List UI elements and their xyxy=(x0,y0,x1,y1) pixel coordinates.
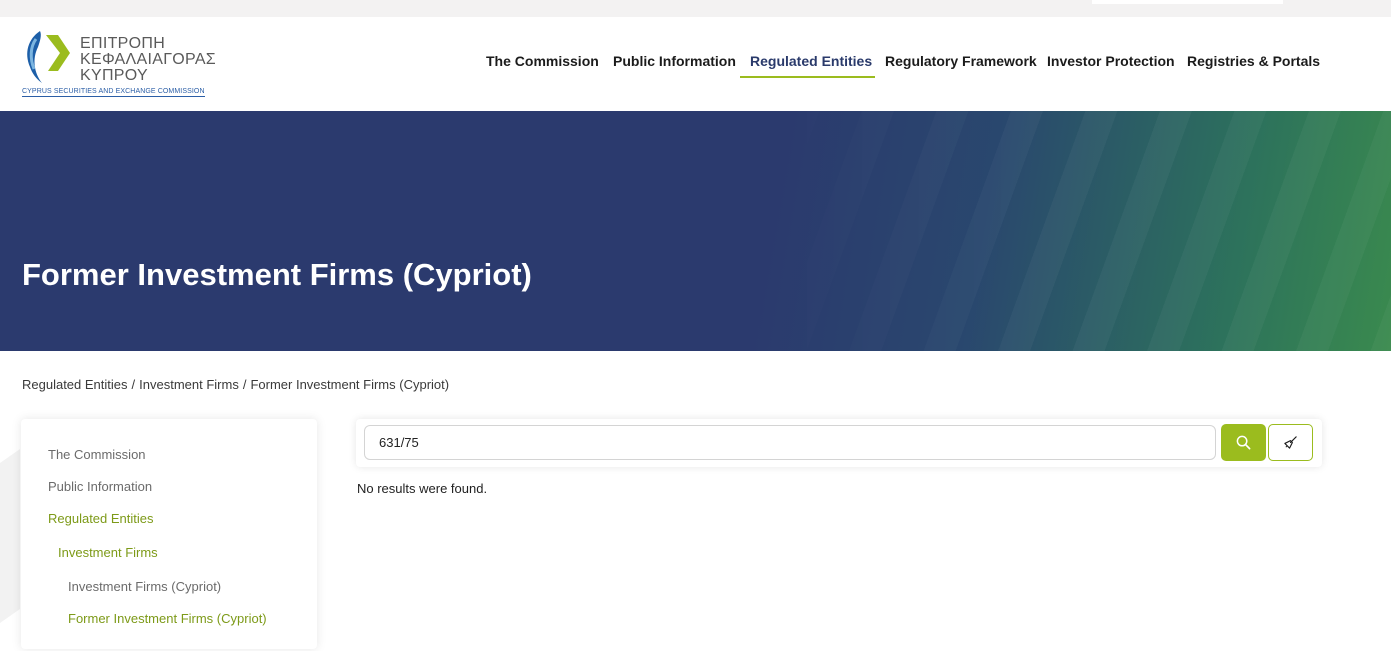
breadcrumb-separator: / xyxy=(242,377,247,392)
nav-item-regulated-entities[interactable]: Regulated Entities xyxy=(750,53,872,77)
sidebar-item-former-investment-firms-cypriot[interactable]: Former Investment Firms (Cypriot) xyxy=(68,611,267,626)
broom-icon xyxy=(1284,436,1297,449)
no-results-message: No results were found. xyxy=(357,481,488,496)
search-button[interactable] xyxy=(1221,424,1266,461)
sidebar-item-regulated-entities[interactable]: Regulated Entities xyxy=(48,511,154,526)
search-input[interactable] xyxy=(364,425,1216,460)
hero-stripes xyxy=(0,111,1391,351)
sidebar-nav: The Commission Public Information Regula… xyxy=(21,419,317,649)
sidebar-item-investment-firms-cypriot[interactable]: Investment Firms (Cypriot) xyxy=(68,579,221,594)
utility-box xyxy=(1092,0,1283,4)
nav-item-investor-protection[interactable]: Investor Protection xyxy=(1047,53,1175,77)
breadcrumb-item[interactable]: Investment Firms xyxy=(139,377,239,392)
top-utility-strip xyxy=(0,0,1391,17)
nav-item-regulatory-framework[interactable]: Regulatory Framework xyxy=(885,53,1037,77)
sidebar-item-the-commission[interactable]: The Commission xyxy=(48,447,146,462)
search-icon xyxy=(1236,435,1251,450)
breadcrumb-item[interactable]: Regulated Entities xyxy=(22,377,128,392)
nav-item-public-information[interactable]: Public Information xyxy=(613,53,736,77)
hero-banner: Former Investment Firms (Cypriot) xyxy=(0,111,1391,351)
logo-line-2: ΚΕΦΑΛΑΙΑΓΟΡΑΣ xyxy=(80,51,217,68)
sidebar-item-public-information[interactable]: Public Information xyxy=(48,479,152,494)
search-card xyxy=(356,419,1322,467)
breadcrumb-current: Former Investment Firms (Cypriot) xyxy=(250,377,450,392)
sidebar-item-investment-firms[interactable]: Investment Firms xyxy=(58,545,158,560)
logo-emblem-icon xyxy=(27,31,70,83)
nav-active-underline xyxy=(740,76,875,78)
breadcrumb: Regulated Entities / Investment Firms / Form… xyxy=(22,377,449,392)
breadcrumb-separator: / xyxy=(131,377,136,392)
decorative-background-shape xyxy=(0,448,20,651)
logo-subtitle: CYPRUS SECURITIES AND EXCHANGE COMMISSIO… xyxy=(22,88,205,97)
site-header: ΕΠΙΤΡΟΠΗ ΚΕΦΑΛΑΙΑΓΟΡΑΣ ΚΥΠΡΟΥ CYPRUS SEC… xyxy=(0,17,1391,111)
clear-search-button[interactable] xyxy=(1268,424,1313,461)
page-title: Former Investment Firms (Cypriot) xyxy=(22,257,532,292)
logo-line-1: ΕΠΙΤΡΟΠΗ xyxy=(80,35,166,52)
site-logo[interactable]: ΕΠΙΤΡΟΠΗ ΚΕΦΑΛΑΙΑΓΟΡΑΣ ΚΥΠΡΟΥ CYPRUS SEC… xyxy=(22,29,216,101)
nav-item-the-commission[interactable]: The Commission xyxy=(486,53,599,77)
nav-item-registries-portals[interactable]: Registries & Portals xyxy=(1187,53,1320,77)
logo-line-3: ΚΥΠΡΟΥ xyxy=(80,67,148,84)
